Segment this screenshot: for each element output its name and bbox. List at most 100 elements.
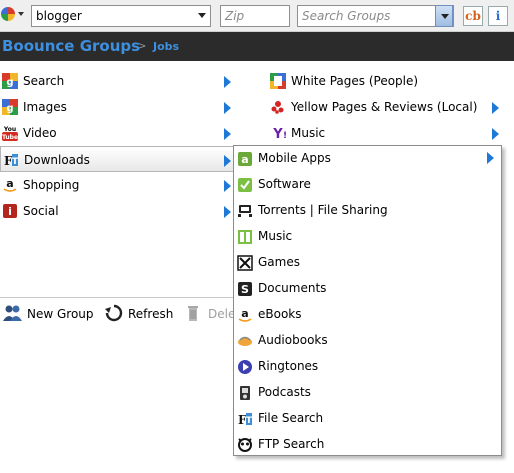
submenu-arrow-icon	[492, 102, 499, 114]
svg-text:Tube: Tube	[2, 134, 18, 141]
svg-text:i: i	[8, 205, 12, 218]
submenu-item-label: File Search	[258, 411, 324, 425]
info-icon[interactable]: i	[488, 6, 508, 26]
submenu-item-label: Mobile Apps	[258, 151, 331, 165]
logo-dropdown-icon[interactable]	[18, 12, 24, 16]
new-group-label: New Group	[27, 307, 94, 321]
menu-item-shopping[interactable]: a Shopping	[0, 172, 234, 198]
menu-item-label: Shopping	[23, 178, 80, 192]
submenu-arrow-icon	[487, 152, 494, 164]
ebooks-icon: a	[237, 307, 253, 323]
menu-item-label: Yellow Pages & Reviews (Local)	[291, 100, 478, 114]
submenu-item-label: FTP Search	[258, 437, 325, 451]
submenu-arrow-icon	[224, 155, 231, 167]
mobile-apps-icon: a	[237, 151, 253, 167]
app-title[interactable]: Boounce Groups	[2, 37, 140, 55]
submenu-item-mobile-apps[interactable]: a Mobile Apps	[234, 146, 501, 172]
new-group-icon	[3, 304, 23, 322]
submenu-item-label: eBooks	[258, 307, 302, 321]
submenu-item-label: Documents	[258, 281, 327, 295]
top-toolbar: blogger Zip Search Groups cb i	[0, 0, 514, 32]
social-icon: i	[2, 203, 18, 219]
delete-button[interactable]: Delete	[184, 304, 234, 324]
menu-item-label: White Pages (People)	[291, 74, 419, 88]
menu-item-video[interactable]: You Tube Video	[0, 120, 234, 146]
submenu-item-software[interactable]: Software	[234, 172, 501, 198]
breadcrumb-separator: >	[138, 41, 147, 52]
submenu-item-label: Games	[258, 255, 300, 269]
svg-text:T: T	[246, 416, 253, 426]
menu-item-music[interactable]: Y! Music	[268, 120, 508, 146]
svg-text:!: !	[283, 131, 286, 141]
submenu-item-ebooks[interactable]: a eBooks	[234, 302, 501, 328]
refresh-label: Refresh	[128, 307, 174, 321]
ringtones-icon	[237, 359, 253, 375]
menu-item-social[interactable]: i Social	[0, 198, 234, 224]
zip-input[interactable]: Zip	[220, 5, 290, 27]
search-dropdown-button[interactable]	[193, 5, 211, 27]
svg-text:a: a	[6, 177, 13, 190]
submenu-item-label: Audiobooks	[258, 333, 328, 347]
breadcrumb-jobs[interactable]: Jobs	[153, 40, 179, 53]
yelp-icon	[270, 99, 286, 115]
submenu-item-label: Podcasts	[258, 385, 311, 399]
crunchbase-icon[interactable]: cb	[463, 6, 483, 26]
documents-icon: S	[237, 281, 253, 297]
software-icon	[237, 177, 253, 193]
trash-icon	[184, 304, 204, 322]
svg-text:S: S	[241, 283, 249, 296]
submenu-arrow-icon	[224, 128, 231, 140]
menu-item-label: Images	[23, 100, 67, 114]
white-pages-icon	[270, 73, 286, 89]
submenu-item-games[interactable]: Games	[234, 250, 501, 276]
music-icon	[237, 229, 253, 245]
app-header: Boounce Groups > Jobs	[0, 32, 514, 61]
submenu-item-label: Torrents | File Sharing	[258, 203, 388, 217]
submenu-item-ringtones[interactable]: Ringtones	[234, 354, 501, 380]
search-input[interactable]: blogger	[31, 5, 211, 27]
file-search-icon: FT	[237, 411, 253, 427]
torrents-icon	[237, 203, 253, 219]
games-icon	[237, 255, 253, 271]
menu-item-downloads[interactable]: FT Downloads	[0, 146, 236, 172]
audiobooks-icon	[237, 333, 253, 349]
submenu-arrow-icon	[224, 206, 231, 218]
submenu-arrow-icon	[224, 180, 231, 192]
svg-text:g: g	[6, 77, 13, 88]
menu-item-label: Social	[23, 204, 59, 218]
youtube-icon: You Tube	[2, 125, 18, 141]
podcasts-icon	[237, 385, 253, 401]
svg-text:You: You	[3, 126, 16, 133]
menu-item-white-pages[interactable]: White Pages (People)	[268, 68, 508, 94]
search-groups-dropdown-button[interactable]	[435, 5, 453, 27]
submenu-arrow-icon	[492, 128, 499, 140]
menu-item-label: Video	[23, 126, 57, 140]
submenu-item-documents[interactable]: S Documents	[234, 276, 501, 302]
submenu-item-label: Software	[258, 177, 311, 191]
submenu-item-music[interactable]: Music	[234, 224, 501, 250]
submenu-item-ftp-search[interactable]: FTP Search	[234, 432, 501, 458]
search-groups-input[interactable]: Search Groups	[297, 5, 454, 27]
downloads-icon: FT	[3, 152, 19, 168]
bounce-logo-icon[interactable]	[1, 7, 15, 21]
submenu-item-podcasts[interactable]: Podcasts	[234, 380, 501, 406]
yahoo-icon: Y!	[270, 125, 286, 141]
submenu-arrow-icon	[224, 102, 231, 114]
amazon-icon: a	[2, 177, 18, 193]
refresh-icon	[104, 304, 124, 322]
svg-text:g: g	[6, 103, 13, 114]
menu-item-label: Search	[23, 74, 65, 88]
svg-text:T: T	[12, 157, 19, 167]
submenu-item-file-search[interactable]: FT File Search	[234, 406, 501, 432]
submenu-item-label: Music	[258, 229, 293, 243]
menu-item-search[interactable]: g Search	[0, 68, 234, 94]
menu-item-images[interactable]: g Images	[0, 94, 234, 120]
submenu-item-audiobooks[interactable]: Audiobooks	[234, 328, 501, 354]
svg-text:a: a	[241, 153, 248, 166]
google-icon: g	[2, 73, 18, 89]
google-images-icon: g	[2, 99, 18, 115]
menu-item-yellow-pages[interactable]: Yellow Pages & Reviews (Local)	[268, 94, 508, 120]
submenu-item-torrents[interactable]: Torrents | File Sharing	[234, 198, 501, 224]
downloads-submenu: a Mobile Apps Software Torrents | File S…	[233, 145, 502, 456]
svg-text:a: a	[241, 307, 248, 320]
